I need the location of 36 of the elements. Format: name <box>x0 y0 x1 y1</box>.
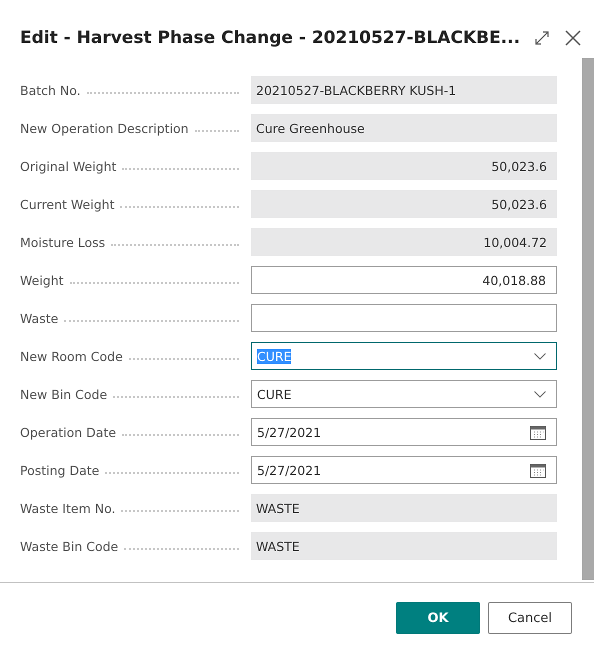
field-label: Waste Item No. <box>20 500 116 516</box>
field-label: Batch No. <box>20 82 81 98</box>
input-field[interactable]: WASTE <box>251 494 557 522</box>
input-field[interactable]: 50,023.6 <box>251 152 557 180</box>
cancel-button[interactable]: Cancel <box>488 602 572 634</box>
chevron-down-icon <box>534 352 546 360</box>
field-label: Original Weight <box>20 158 116 174</box>
field-label: New Bin Code <box>20 386 108 402</box>
input-field[interactable] <box>251 304 557 332</box>
field-label: Operation Date <box>20 424 116 440</box>
input-field[interactable]: 40,018.88 <box>251 266 557 294</box>
input-field[interactable]: 20210527-BLACKBERRY KUSH-1 <box>251 76 557 104</box>
chevron-down-icon <box>534 390 546 398</box>
close-icon[interactable] <box>564 29 582 47</box>
window-title: Edit - Harvest Phase Change - 20210527-BLACKBE... <box>20 28 520 48</box>
input-field[interactable]: WASTE <box>251 532 557 560</box>
dot-leader <box>194 130 239 132</box>
field-label: Moisture Loss <box>20 234 106 250</box>
input-field[interactable]: 50,023.6 <box>251 190 557 218</box>
date-field[interactable]: 5/27/2021 <box>251 456 557 484</box>
input-field[interactable]: 10,004.72 <box>251 228 557 256</box>
date-field[interactable]: 5/27/2021 <box>251 418 557 446</box>
field-label: Waste <box>20 310 58 326</box>
field-label: Current Weight <box>20 196 114 212</box>
input-field[interactable]: Cure Greenhouse <box>251 114 557 142</box>
field-label: New Room Code <box>20 348 123 364</box>
calendar-icon[interactable] <box>530 462 546 478</box>
field-label: Waste Bin Code <box>20 538 118 554</box>
field-label: Weight <box>20 272 64 288</box>
expand-icon[interactable] <box>534 30 550 46</box>
calendar-icon[interactable] <box>530 424 546 440</box>
field-label: Posting Date <box>20 462 100 478</box>
dropdown-field[interactable]: CURE <box>251 380 557 408</box>
scrollbar[interactable] <box>582 58 594 580</box>
ok-button[interactable]: OK <box>396 602 480 634</box>
field-label: New Operation Description <box>20 120 189 136</box>
